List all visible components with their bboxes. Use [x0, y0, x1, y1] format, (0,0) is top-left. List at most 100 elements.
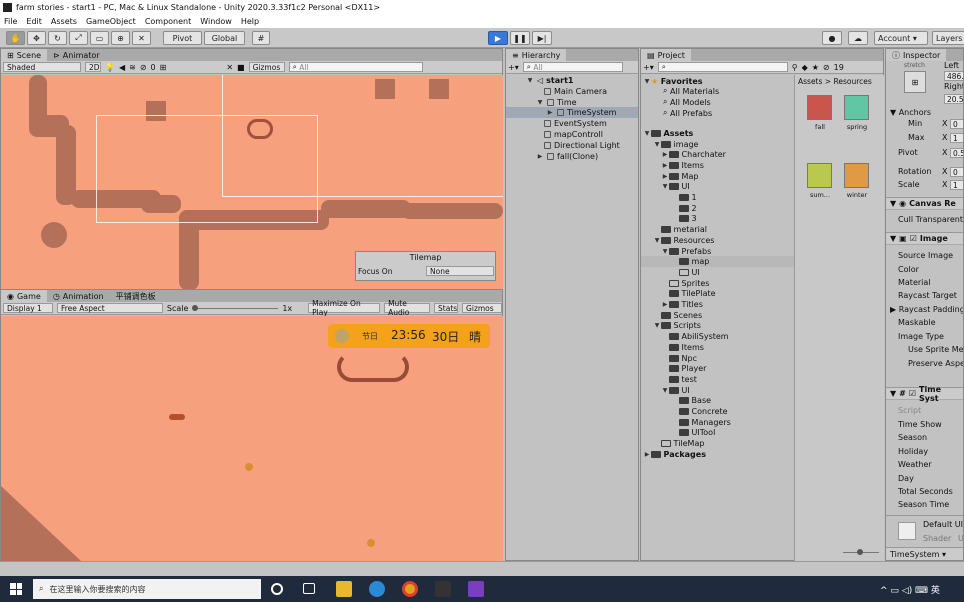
tab-tile-palette[interactable]: 平铺调色板	[110, 290, 162, 302]
system-tray[interactable]: ^ ▭ ◁) ⌨ 英	[880, 583, 940, 596]
tab-scene[interactable]: ⊞ Scene	[1, 49, 48, 61]
pivot-x-field[interactable]: 0.5	[950, 148, 963, 158]
folder-item[interactable]: ▼ UI	[641, 182, 794, 193]
pivot-toggle[interactable]: Pivot	[163, 31, 202, 45]
focus-on-dropdown[interactable]: None	[426, 266, 494, 276]
folder-item[interactable]: TilePlate	[641, 289, 794, 300]
folder-item[interactable]: ▼ UI	[641, 385, 794, 396]
scale-slider-thumb[interactable]	[192, 304, 199, 311]
asset-swatch[interactable]	[844, 163, 869, 188]
folder-item[interactable]: 3	[641, 214, 794, 225]
unity-icon[interactable]	[435, 581, 451, 597]
shading-dropdown[interactable]: Shaded	[3, 62, 81, 72]
packages-header[interactable]: ▶ Packages	[641, 449, 794, 460]
play-button[interactable]: ▶	[488, 31, 508, 45]
hierarchy-item[interactable]: EventSystem	[544, 118, 607, 129]
assets-header[interactable]: ▼ Assets	[641, 128, 794, 139]
folder-item[interactable]: metarial	[641, 224, 794, 235]
2d-toggle[interactable]: 2D	[85, 62, 101, 72]
hand-tool-icon[interactable]: ✋	[6, 31, 25, 45]
favorite-item[interactable]: ⌕ All Models	[641, 97, 794, 108]
taskbar-search-input[interactable]: ⌕ 在这里输入你要搜索的内容	[33, 579, 261, 599]
hierarchy-search-input[interactable]: ⌕ All	[522, 62, 623, 72]
snap-icon[interactable]: #	[252, 31, 270, 45]
scene-search-input[interactable]: ⌕ All	[288, 62, 423, 72]
expand-arrow-icon[interactable]: ▶	[661, 162, 669, 169]
tab-project[interactable]: ▤ Project	[641, 49, 691, 61]
inspector-footer[interactable]: TimeSystem ▾	[886, 547, 963, 560]
folder-item[interactable]: ▼ image	[641, 139, 794, 150]
mute-audio-toggle[interactable]: Mute Audio	[384, 299, 431, 317]
rect-tool-icon[interactable]: ▭	[90, 31, 109, 45]
layers-dropdown[interactable]: Layers	[932, 31, 964, 45]
account-dropdown[interactable]: Account ▾	[874, 31, 928, 45]
tab-inspector[interactable]: ⓘ Inspector	[886, 49, 947, 61]
folder-item[interactable]: Items	[641, 342, 794, 353]
expand-arrow-icon[interactable]: ▶	[890, 305, 896, 314]
favorite-item[interactable]: ⌕ All Prefabs	[641, 108, 794, 119]
enabled-checkbox[interactable]: ☑	[909, 389, 916, 398]
menu-file[interactable]: File	[4, 17, 17, 26]
expand-arrow-icon[interactable]: ▶	[661, 301, 669, 308]
game-gizmos-dropdown[interactable]: Gizmos	[462, 303, 503, 313]
expand-arrow-icon[interactable]: ▼	[653, 141, 661, 148]
folder-item[interactable]: Concrete	[641, 406, 794, 417]
folder-item[interactable]: Sprites	[641, 278, 794, 289]
folder-item[interactable]: ▶ Charchater	[641, 149, 794, 160]
expand-arrow-icon[interactable]: ▼	[643, 130, 651, 137]
expand-arrow-icon[interactable]: ▼	[536, 99, 544, 106]
tab-animator[interactable]: ⊳ Animator	[47, 49, 105, 61]
folder-item[interactable]: Player	[641, 363, 794, 374]
cloud-icon[interactable]: ☁	[848, 31, 868, 45]
collapse-arrow-icon[interactable]: ▼	[890, 389, 896, 398]
menu-edit[interactable]: Edit	[26, 17, 42, 26]
tools-icon[interactable]: ✕	[226, 63, 233, 72]
hierarchy-item[interactable]: mapControll	[544, 129, 603, 140]
right-field[interactable]: 20.57	[944, 94, 963, 104]
grid-icon[interactable]: ⊞	[160, 63, 167, 72]
image-component-header[interactable]: ▼ ▣ ☑ Image	[886, 232, 963, 245]
move-tool-icon[interactable]: ✥	[27, 31, 46, 45]
tab-game[interactable]: ◉ Game	[1, 290, 47, 302]
windows-start-icon[interactable]	[10, 583, 22, 595]
visibility-icon[interactable]: ⊘	[823, 63, 830, 72]
expand-arrow-icon[interactable]: ▼	[526, 77, 534, 84]
menu-assets[interactable]: Assets	[51, 17, 77, 26]
game-viewport[interactable]: 节日 23:56 30日 晴	[1, 316, 503, 561]
edge-icon[interactable]	[369, 581, 385, 597]
folder-item[interactable]: ▼ Resources	[641, 235, 794, 246]
asset-swatch[interactable]	[807, 95, 832, 120]
hierarchy-item-selected[interactable]: ▶ TimeSystem	[506, 107, 638, 118]
expand-arrow-icon[interactable]: ▶	[536, 153, 544, 160]
hierarchy-add-icon[interactable]: +▾	[508, 63, 519, 72]
scale-x-field[interactable]: 1	[950, 180, 963, 190]
folder-item[interactable]: Base	[641, 396, 794, 407]
material-thumbnail[interactable]	[898, 522, 916, 540]
filter-label-icon[interactable]: ◆	[802, 63, 808, 72]
scene-viewport[interactable]: Tilemap Focus On None	[1, 75, 503, 289]
step-button[interactable]: ▶|	[532, 31, 552, 45]
time-system-header[interactable]: ▼ # ☑ Time Syst	[886, 385, 963, 403]
custom-tool-icon[interactable]: ✕	[132, 31, 151, 45]
breadcrumb-assets[interactable]: Assets	[798, 77, 822, 86]
task-view-icon[interactable]	[303, 583, 315, 594]
breadcrumb-resources[interactable]: Resources	[833, 77, 871, 86]
canvas-renderer-header[interactable]: ▼ ◉ Canvas Re	[886, 197, 963, 210]
menu-gameobject[interactable]: GameObject	[86, 17, 136, 26]
asset-swatch[interactable]	[844, 95, 869, 120]
expand-arrow-icon[interactable]: ▼	[661, 387, 669, 394]
left-field[interactable]: 486.5	[944, 71, 963, 81]
camera-icon[interactable]: ■	[237, 63, 245, 72]
file-explorer-icon[interactable]	[336, 581, 352, 597]
expand-arrow-icon[interactable]: ▼	[653, 237, 661, 244]
expand-arrow-icon[interactable]: ▶	[661, 151, 669, 158]
chrome-icon[interactable]	[402, 581, 418, 597]
filter-type-icon[interactable]: ⚲	[792, 63, 798, 72]
collapse-arrow-icon[interactable]: ▼	[890, 234, 896, 243]
asset-swatch[interactable]	[807, 163, 832, 188]
menu-help[interactable]: Help	[241, 17, 259, 26]
hierarchy-item[interactable]: ▶ fall(Clone)	[536, 151, 598, 162]
scene-gizmos-dropdown[interactable]: Gizmos	[248, 62, 285, 72]
folder-item[interactable]: 2	[641, 203, 794, 214]
hierarchy-item[interactable]: Main Camera	[544, 86, 607, 97]
